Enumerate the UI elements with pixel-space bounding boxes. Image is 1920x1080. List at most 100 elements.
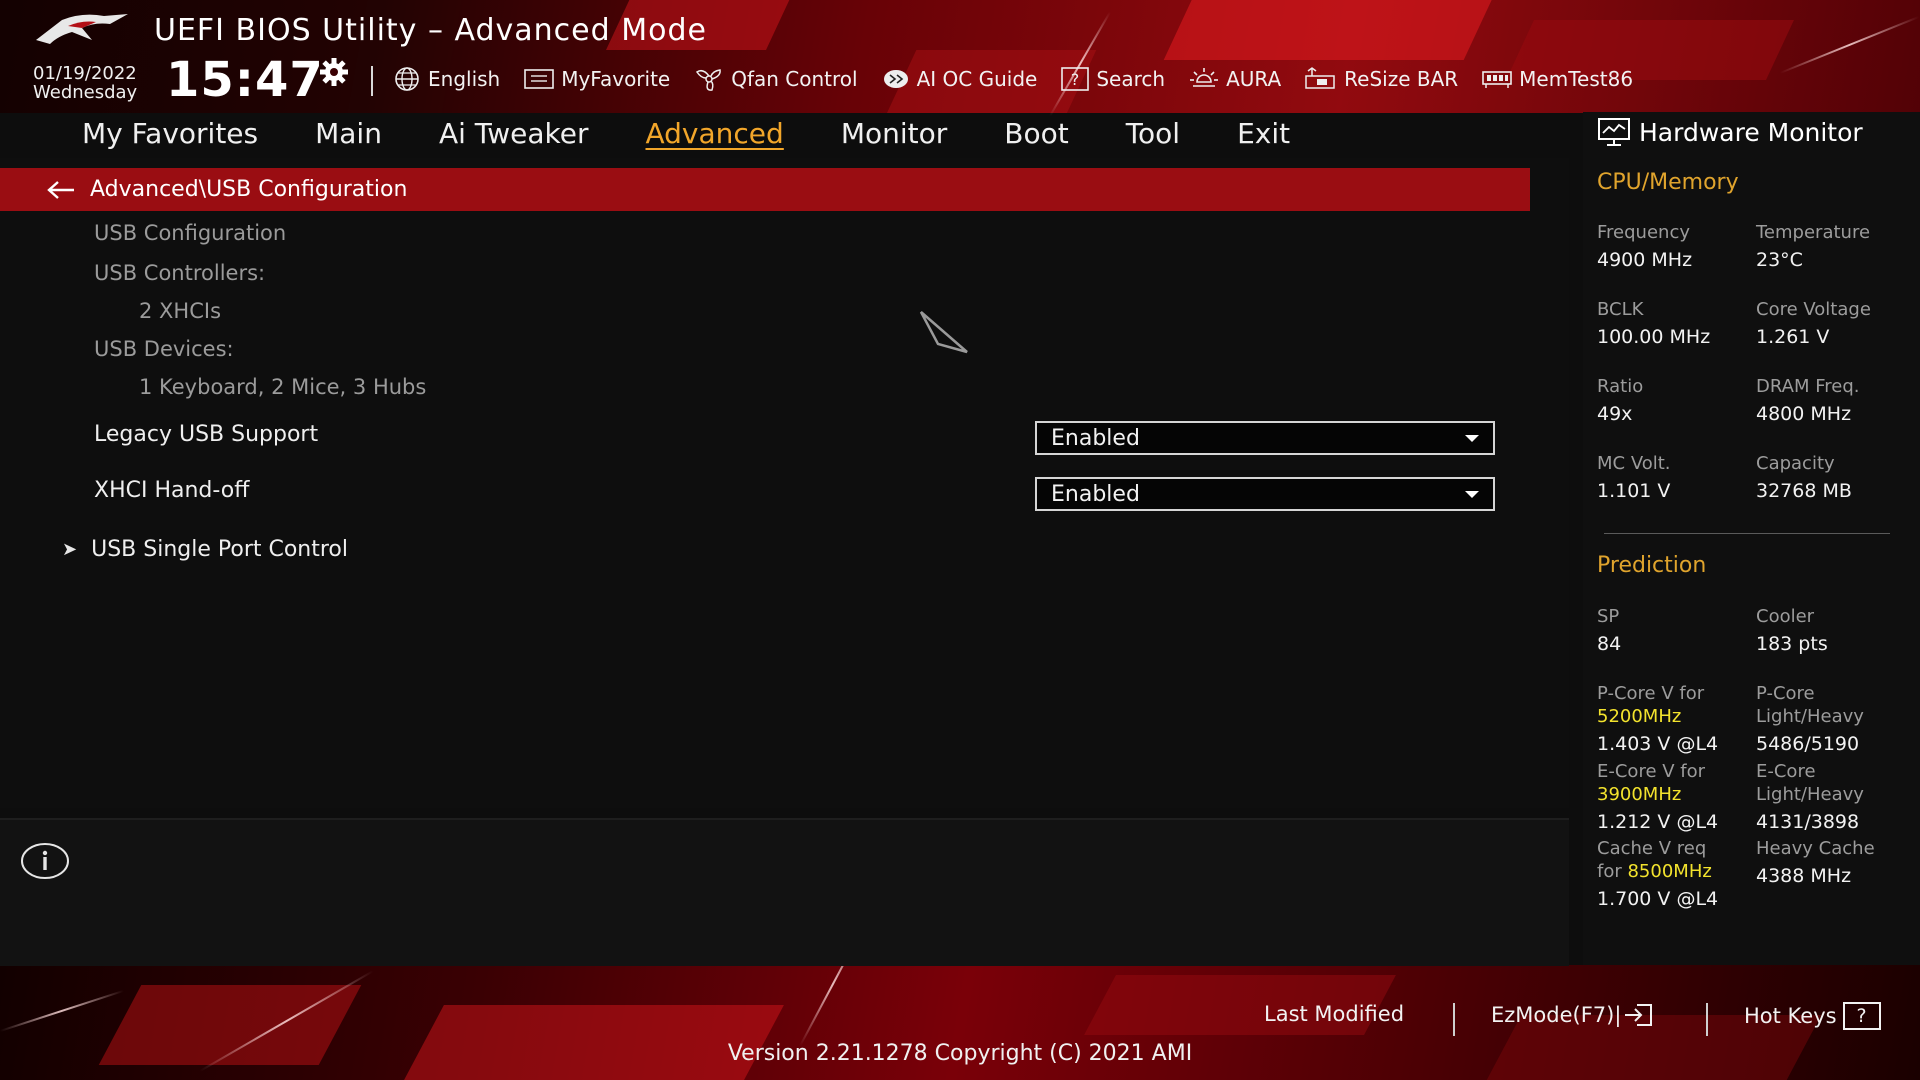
qfan-control-button[interactable]: Qfan Control bbox=[693, 66, 858, 92]
resize-bar-icon bbox=[1305, 67, 1335, 89]
tab-my-favorites[interactable]: My Favorites bbox=[82, 113, 258, 157]
ratio-value: 49x bbox=[1597, 403, 1633, 425]
pcore-v-freq: 5200MHz bbox=[1597, 706, 1682, 727]
last-modified-button[interactable]: Last Modified bbox=[1264, 1002, 1404, 1026]
globe-icon bbox=[395, 67, 419, 91]
heavy-cache-value: 4388 MHz bbox=[1756, 865, 1852, 887]
aura-button[interactable]: AURA bbox=[1188, 66, 1281, 92]
heavy-cache-label: Heavy Cache bbox=[1756, 838, 1875, 859]
usb-single-port-control-item[interactable]: ➤ USB Single Port Control bbox=[62, 537, 348, 562]
favorite-list-icon bbox=[524, 69, 555, 89]
memory-test-icon bbox=[1482, 71, 1512, 88]
search-question-icon: ? bbox=[1061, 67, 1090, 91]
chevron-down-icon bbox=[1465, 490, 1479, 498]
core-voltage-value: 1.261 V bbox=[1756, 326, 1830, 348]
date-text: 01/19/2022 bbox=[33, 63, 137, 84]
prediction-section-title: Prediction bbox=[1597, 553, 1707, 578]
memtest86-button[interactable]: MemTest86 bbox=[1481, 67, 1633, 91]
myfavorite-label: MyFavorite bbox=[561, 67, 671, 91]
ratio-label: Ratio bbox=[1597, 376, 1644, 397]
ecore-v-value: 1.212 V @L4 bbox=[1597, 811, 1719, 833]
cpu-memory-section-title: CPU/Memory bbox=[1597, 170, 1739, 195]
pcore-v-label-text: P-Core V for bbox=[1597, 683, 1705, 704]
svg-text:?: ? bbox=[1071, 70, 1080, 89]
ai-oc-guide-button[interactable]: AI OC Guide bbox=[881, 66, 1038, 92]
clock-time: 15:47 bbox=[166, 52, 324, 108]
hw-monitor-divider bbox=[1604, 533, 1890, 534]
cooler-value: 183 pts bbox=[1756, 633, 1828, 655]
version-copyright: Version 2.21.1278 Copyright (C) 2021 AMI bbox=[727, 1041, 1193, 1066]
ecore-lh-value: 4131/3898 bbox=[1756, 811, 1860, 833]
settings-gear-icon[interactable] bbox=[318, 56, 350, 88]
bclk-label: BCLK bbox=[1597, 299, 1644, 320]
tab-exit[interactable]: Exit bbox=[1237, 113, 1290, 157]
tab-boot[interactable]: Boot bbox=[1004, 113, 1068, 157]
legacy-usb-support-label: Legacy USB Support bbox=[94, 422, 319, 447]
cache-v-label: Cache V req for 8500MHz bbox=[1597, 837, 1712, 883]
help-panel bbox=[0, 818, 1569, 966]
xhci-handoff-dropdown[interactable]: Enabled bbox=[1035, 477, 1495, 511]
bclk-value: 100.00 MHz bbox=[1597, 326, 1711, 348]
temperature-label: Temperature bbox=[1756, 222, 1871, 243]
mc-volt-value: 1.101 V bbox=[1597, 480, 1671, 502]
qfan-control-label: Qfan Control bbox=[731, 67, 858, 91]
ecore-v-label: E-Core V for 3900MHz bbox=[1597, 760, 1705, 806]
footer-divider bbox=[1453, 1003, 1455, 1036]
tab-tool[interactable]: Tool bbox=[1126, 113, 1180, 157]
usb-controllers-label: USB Controllers: bbox=[94, 261, 266, 285]
ai-oc-guide-icon bbox=[883, 70, 908, 88]
cache-v-value: 1.700 V @L4 bbox=[1597, 888, 1719, 910]
capacity-value: 32768 MB bbox=[1756, 480, 1852, 502]
ecore-lh-label-line2: Light/Heavy bbox=[1756, 784, 1864, 805]
search-button[interactable]: ? Search bbox=[1060, 66, 1165, 92]
exit-arrow-icon bbox=[1625, 1004, 1653, 1026]
xhci-handoff-value: Enabled bbox=[1051, 481, 1140, 507]
tab-main[interactable]: Main bbox=[315, 113, 382, 157]
cache-v-label-line1: Cache V req bbox=[1597, 838, 1707, 859]
myfavorite-button[interactable]: MyFavorite bbox=[523, 67, 670, 91]
back-arrow-icon[interactable] bbox=[46, 180, 76, 200]
fan-icon bbox=[696, 69, 722, 91]
date-display: 01/19/2022 Wednesday bbox=[33, 64, 137, 102]
ecore-lh-label: E-Core Light/Heavy bbox=[1756, 760, 1864, 806]
core-voltage-label: Core Voltage bbox=[1756, 299, 1871, 320]
language-label: English bbox=[428, 67, 501, 91]
aura-light-icon bbox=[1190, 68, 1219, 87]
language-button[interactable]: English bbox=[392, 66, 500, 92]
tab-monitor[interactable]: Monitor bbox=[841, 113, 947, 157]
legacy-usb-support-value: Enabled bbox=[1051, 425, 1140, 451]
frequency-value: 4900 MHz bbox=[1597, 249, 1693, 271]
breadcrumb: Advanced\USB Configuration bbox=[0, 168, 1530, 211]
hot-keys-label: Hot Keys bbox=[1744, 1004, 1837, 1028]
chevron-down-icon bbox=[1465, 434, 1479, 442]
cache-v-freq: 8500MHz bbox=[1627, 861, 1712, 882]
header-divider bbox=[371, 66, 373, 96]
pcore-lh-value: 5486/5190 bbox=[1756, 733, 1860, 755]
mouse-pointer-icon bbox=[919, 311, 968, 354]
ecore-lh-label-line1: E-Core bbox=[1756, 761, 1816, 782]
aura-label: AURA bbox=[1226, 67, 1282, 91]
weekday-text: Wednesday bbox=[33, 82, 138, 103]
legacy-usb-support-dropdown[interactable]: Enabled bbox=[1035, 421, 1495, 455]
app-title: UEFI BIOS Utility – Advanced Mode bbox=[154, 13, 707, 48]
pcore-v-value: 1.403 V @L4 bbox=[1597, 733, 1719, 755]
usb-controllers-value: 2 XHCIs bbox=[139, 299, 222, 323]
ai-oc-guide-label: AI OC Guide bbox=[916, 67, 1038, 91]
resize-bar-button[interactable]: ReSize BAR bbox=[1304, 66, 1458, 92]
dram-freq-value: 4800 MHz bbox=[1756, 403, 1852, 425]
main-tabs: My Favorites Main Ai Tweaker Advanced Mo… bbox=[82, 113, 1347, 157]
info-icon bbox=[21, 843, 69, 879]
ecore-v-freq: 3900MHz bbox=[1597, 784, 1682, 805]
xhci-handoff-label: XHCI Hand-off bbox=[94, 478, 250, 503]
hot-keys-button[interactable]: Hot Keys ? bbox=[1744, 1002, 1881, 1030]
usb-configuration-heading: USB Configuration bbox=[94, 221, 287, 245]
usb-single-port-control-label: USB Single Port Control bbox=[91, 537, 349, 562]
tab-ai-tweaker[interactable]: Ai Tweaker bbox=[439, 113, 589, 157]
tab-advanced[interactable]: Advanced bbox=[646, 113, 784, 157]
hot-keys-question-icon: ? bbox=[1842, 1002, 1881, 1030]
search-label: Search bbox=[1096, 67, 1166, 91]
ezmode-button[interactable]: EzMode(F7)| bbox=[1491, 1002, 1655, 1028]
pcore-lh-label-line2: Light/Heavy bbox=[1756, 706, 1864, 727]
toolbar: English MyFavorite Qfan Control AI OC Gu… bbox=[392, 62, 1656, 96]
pcore-lh-label: P-Core Light/Heavy bbox=[1756, 682, 1864, 728]
